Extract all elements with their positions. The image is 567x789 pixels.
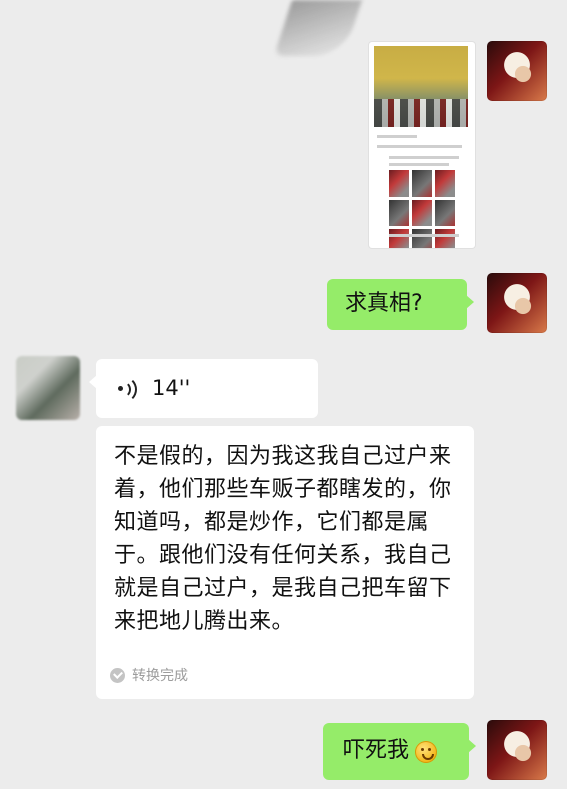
voice-wave-icon <box>116 375 138 403</box>
image-text-line <box>389 234 459 237</box>
voice-transcript-bubble[interactable]: 不是假的，因为我这我自己过户来着，他们那些车贩子都瞎发的，你知道吗，都是炒作，它… <box>96 426 474 699</box>
image-message[interactable] <box>369 42 475 248</box>
image-photo <box>374 46 468 127</box>
my-message-bubble[interactable]: 求真相? <box>327 279 474 330</box>
convert-status-label: 转换完成 <box>132 667 188 684</box>
voice-message-bubble[interactable]: 14'' <box>89 359 318 418</box>
contact-avatar[interactable] <box>16 356 80 420</box>
voice-duration: 14'' <box>152 375 191 400</box>
chat-view: 求真相? 14'' 不是假的，因为我这我自己过户来着，他们那些车贩子都瞎发的，你… <box>0 0 567 789</box>
image-text-line <box>389 163 449 166</box>
sweat-smile-emoji-icon <box>415 740 438 763</box>
image-text-line <box>377 135 417 138</box>
message-text: 吓死我 <box>343 738 410 764</box>
decorative-smudge <box>273 0 363 56</box>
check-circle-icon <box>110 668 125 684</box>
my-avatar[interactable] <box>487 273 547 333</box>
my-message-bubble[interactable]: 吓死我 <box>323 723 476 780</box>
image-text-line <box>389 156 459 159</box>
message-text: 求真相? <box>345 291 423 317</box>
transcript-text: 不是假的，因为我这我自己过户来着，他们那些车贩子都瞎发的，你知道吗，都是炒作，它… <box>114 444 452 634</box>
my-avatar[interactable] <box>487 41 547 101</box>
my-avatar[interactable] <box>487 720 547 780</box>
image-text-line <box>377 145 462 148</box>
convert-status: 转换完成 <box>110 667 188 685</box>
